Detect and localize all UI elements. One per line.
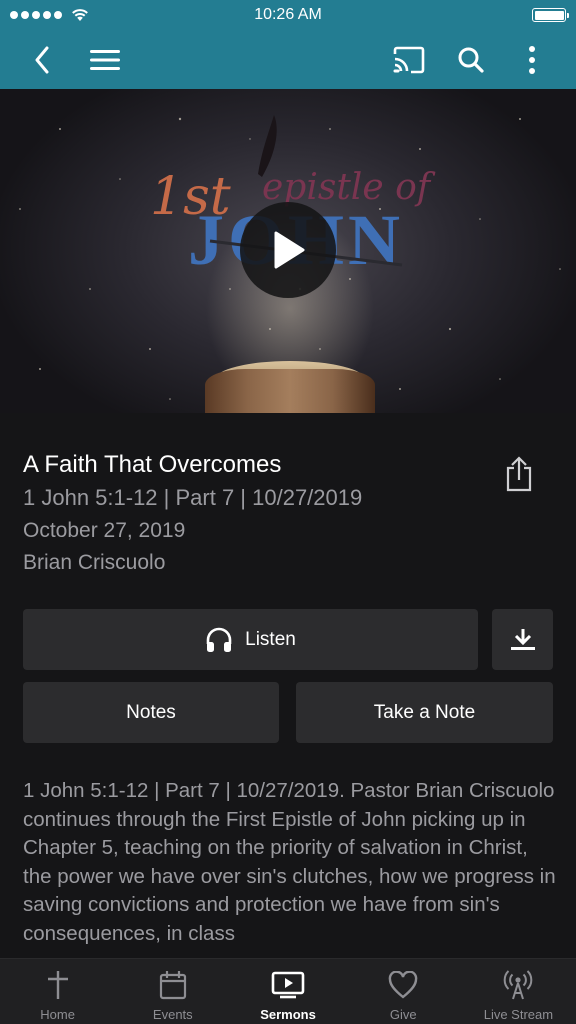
sermon-subtitle: 1 John 5:1-12 | Part 7 | 10/27/2019 — [23, 485, 363, 510]
tab-label: Give — [389, 1007, 417, 1022]
play-icon — [274, 231, 305, 269]
notes-button[interactable]: Notes — [23, 682, 279, 743]
sermon-artwork[interactable]: 1st epistle of JOHN — [0, 89, 576, 413]
tab-label: Sermons — [260, 1007, 316, 1022]
tab-label: Live Stream — [483, 1007, 554, 1022]
heart-icon — [388, 971, 418, 999]
take-a-note-button[interactable]: Take a Note — [296, 682, 553, 743]
listen-label: Listen — [245, 628, 296, 650]
battery-icon — [532, 8, 569, 22]
search-icon — [458, 47, 484, 73]
broadcast-icon — [504, 970, 533, 1000]
share-icon — [506, 456, 532, 492]
download-button[interactable] — [492, 609, 553, 670]
cross-icon — [47, 971, 68, 999]
back-button[interactable] — [20, 38, 64, 82]
menu-button[interactable] — [83, 38, 127, 82]
sermon-details: A Faith That Overcomes 1 John 5:1-12 | P… — [0, 413, 576, 958]
book-image — [205, 369, 375, 413]
search-button[interactable] — [449, 38, 493, 82]
tab-events[interactable]: Events — [115, 959, 230, 1024]
cast-button[interactable] — [387, 38, 431, 82]
app-header — [0, 30, 576, 89]
more-button[interactable] — [510, 38, 554, 82]
sermon-title: A Faith That Overcomes — [23, 451, 282, 478]
status-bar: 10:26 AM — [0, 0, 576, 30]
status-time: 10:26 AM — [254, 6, 322, 23]
tab-sermons[interactable]: Sermons — [230, 959, 345, 1024]
tab-label: Events — [152, 1007, 193, 1022]
chevron-left-icon — [35, 46, 49, 74]
sermon-date: October 27, 2019 — [23, 519, 186, 542]
listen-button[interactable]: Listen — [23, 609, 478, 670]
more-vertical-icon — [529, 46, 535, 74]
download-icon — [510, 628, 535, 650]
calendar-icon — [159, 971, 186, 1000]
tab-label: Home — [40, 1007, 75, 1022]
share-button[interactable] — [498, 453, 540, 495]
tab-bar: Home Events Sermons Give Live Stream — [0, 958, 576, 1024]
sermon-description: 1 John 5:1-12 | Part 7 | 10/27/2019. Pas… — [23, 779, 556, 945]
tab-live-stream[interactable]: Live Stream — [461, 959, 576, 1024]
video-play-icon — [271, 971, 305, 999]
take-a-note-label: Take a Note — [373, 701, 476, 723]
tab-home[interactable]: Home — [0, 959, 115, 1024]
sermon-speaker: Brian Criscuolo — [23, 551, 166, 574]
notes-label: Notes — [126, 701, 176, 723]
headphones-icon — [206, 627, 232, 652]
tab-give[interactable]: Give — [346, 959, 461, 1024]
hamburger-menu-icon — [90, 50, 120, 70]
cast-icon — [393, 46, 425, 74]
play-button[interactable] — [240, 202, 336, 298]
